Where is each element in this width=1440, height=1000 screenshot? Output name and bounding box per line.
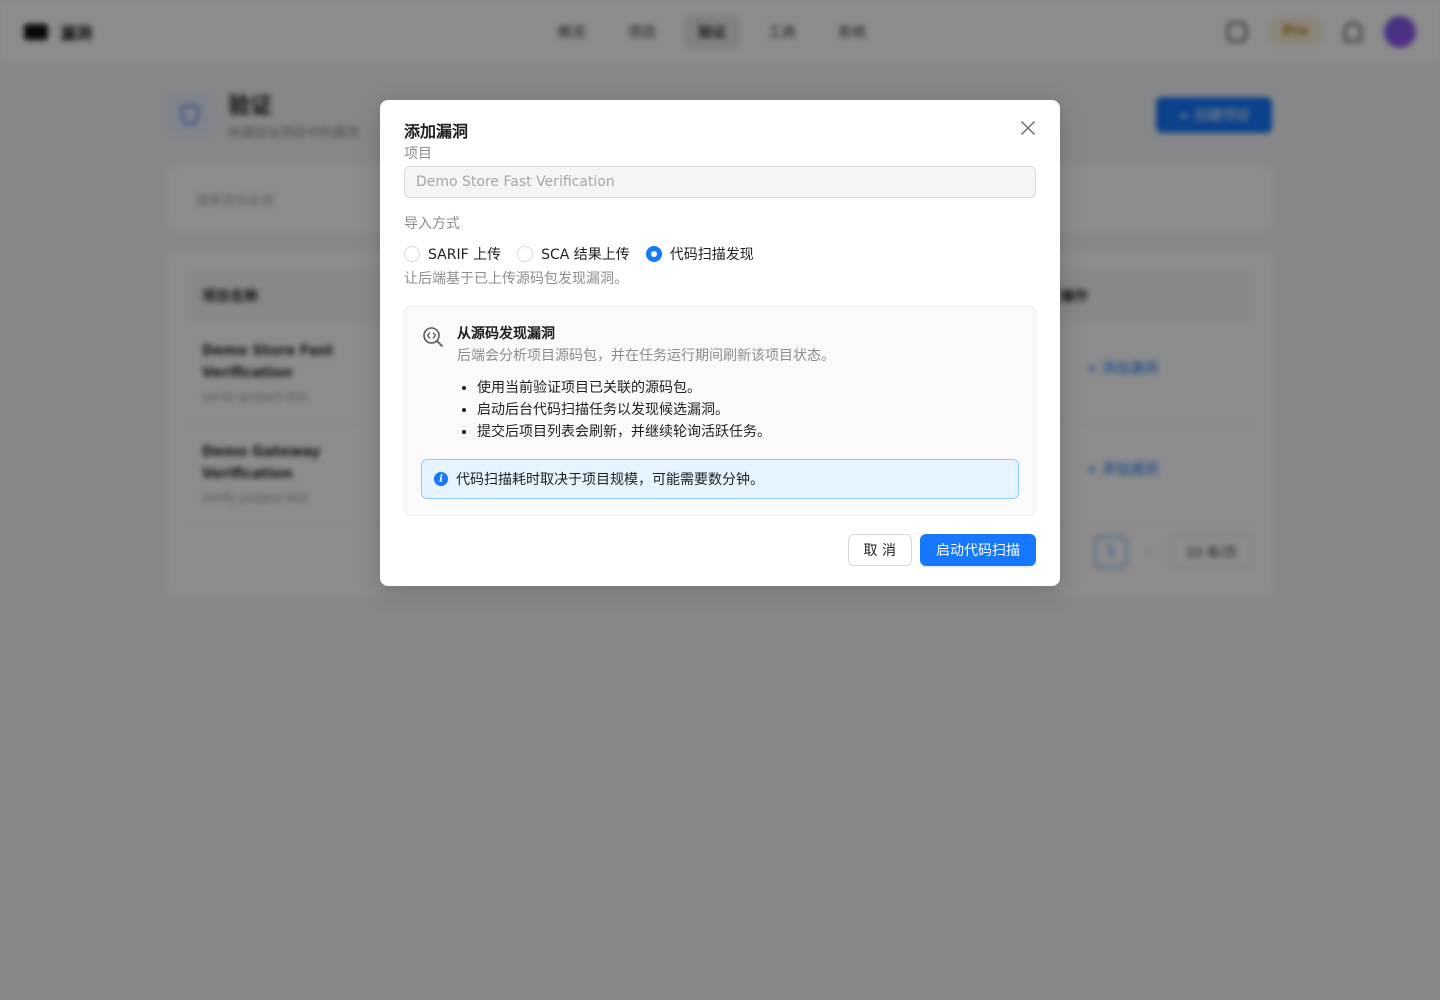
project-label: 项目 bbox=[404, 146, 432, 162]
close-icon[interactable] bbox=[1018, 118, 1038, 138]
radio-sca-upload[interactable]: SCA 结果上传 bbox=[517, 244, 630, 264]
import-method-group: SARIF 上传 SCA 结果上传 代码扫描发现 bbox=[404, 242, 1036, 266]
cancel-button[interactable]: 取 消 bbox=[847, 534, 912, 566]
import-method-help: 让后端基于已上传源码包发现漏洞。 bbox=[404, 271, 628, 287]
add-vulnerability-modal: 添加漏洞 项目 导入方式 SARIF 上传 SCA 结果上传 代码扫描发现 让后… bbox=[380, 100, 1060, 586]
radio-circle-checked bbox=[645, 246, 662, 262]
radio-label: SARIF 上传 bbox=[428, 247, 502, 263]
radio-sarif-upload[interactable]: SARIF 上传 bbox=[404, 244, 501, 264]
radio-circle bbox=[517, 246, 534, 262]
radio-code-scan[interactable]: 代码扫描发现 bbox=[645, 244, 754, 264]
code-scan-info-panel: 从源码发现漏洞 后端会分析项目源码包，并在任务运行期间刷新该项目状态。 使用当前… bbox=[404, 306, 1036, 516]
list-item: 使用当前验证项目已关联的源码包。 bbox=[477, 377, 1019, 399]
radio-label: 代码扫描发现 bbox=[669, 247, 754, 263]
info-alert: i 代码扫描耗时取决于项目规模，可能需要数分钟。 bbox=[421, 459, 1019, 499]
panel-title: 从源码发现漏洞 bbox=[457, 326, 555, 342]
modal-footer: 取 消 启动代码扫描 bbox=[847, 534, 1036, 566]
import-method-label: 导入方式 bbox=[404, 216, 460, 232]
info-icon: i bbox=[434, 472, 448, 486]
list-item: 启动后台代码扫描任务以发现候选漏洞。 bbox=[477, 399, 1019, 421]
code-search-icon bbox=[421, 325, 445, 349]
modal-title: 添加漏洞 bbox=[404, 122, 469, 141]
radio-circle bbox=[404, 246, 420, 262]
info-alert-text: 代码扫描耗时取决于项目规模，可能需要数分钟。 bbox=[456, 472, 764, 488]
list-item: 提交后项目列表会刷新，并继续轮询活跃任务。 bbox=[477, 421, 1019, 443]
start-code-scan-button[interactable]: 启动代码扫描 bbox=[920, 534, 1036, 566]
radio-label: SCA 结果上传 bbox=[541, 247, 630, 263]
panel-steps-list: 使用当前验证项目已关联的源码包。 启动后台代码扫描任务以发现候选漏洞。 提交后项… bbox=[421, 377, 1019, 443]
project-field bbox=[404, 166, 1036, 198]
panel-description: 后端会分析项目源码包，并在任务运行期间刷新该项目状态。 bbox=[457, 348, 835, 364]
